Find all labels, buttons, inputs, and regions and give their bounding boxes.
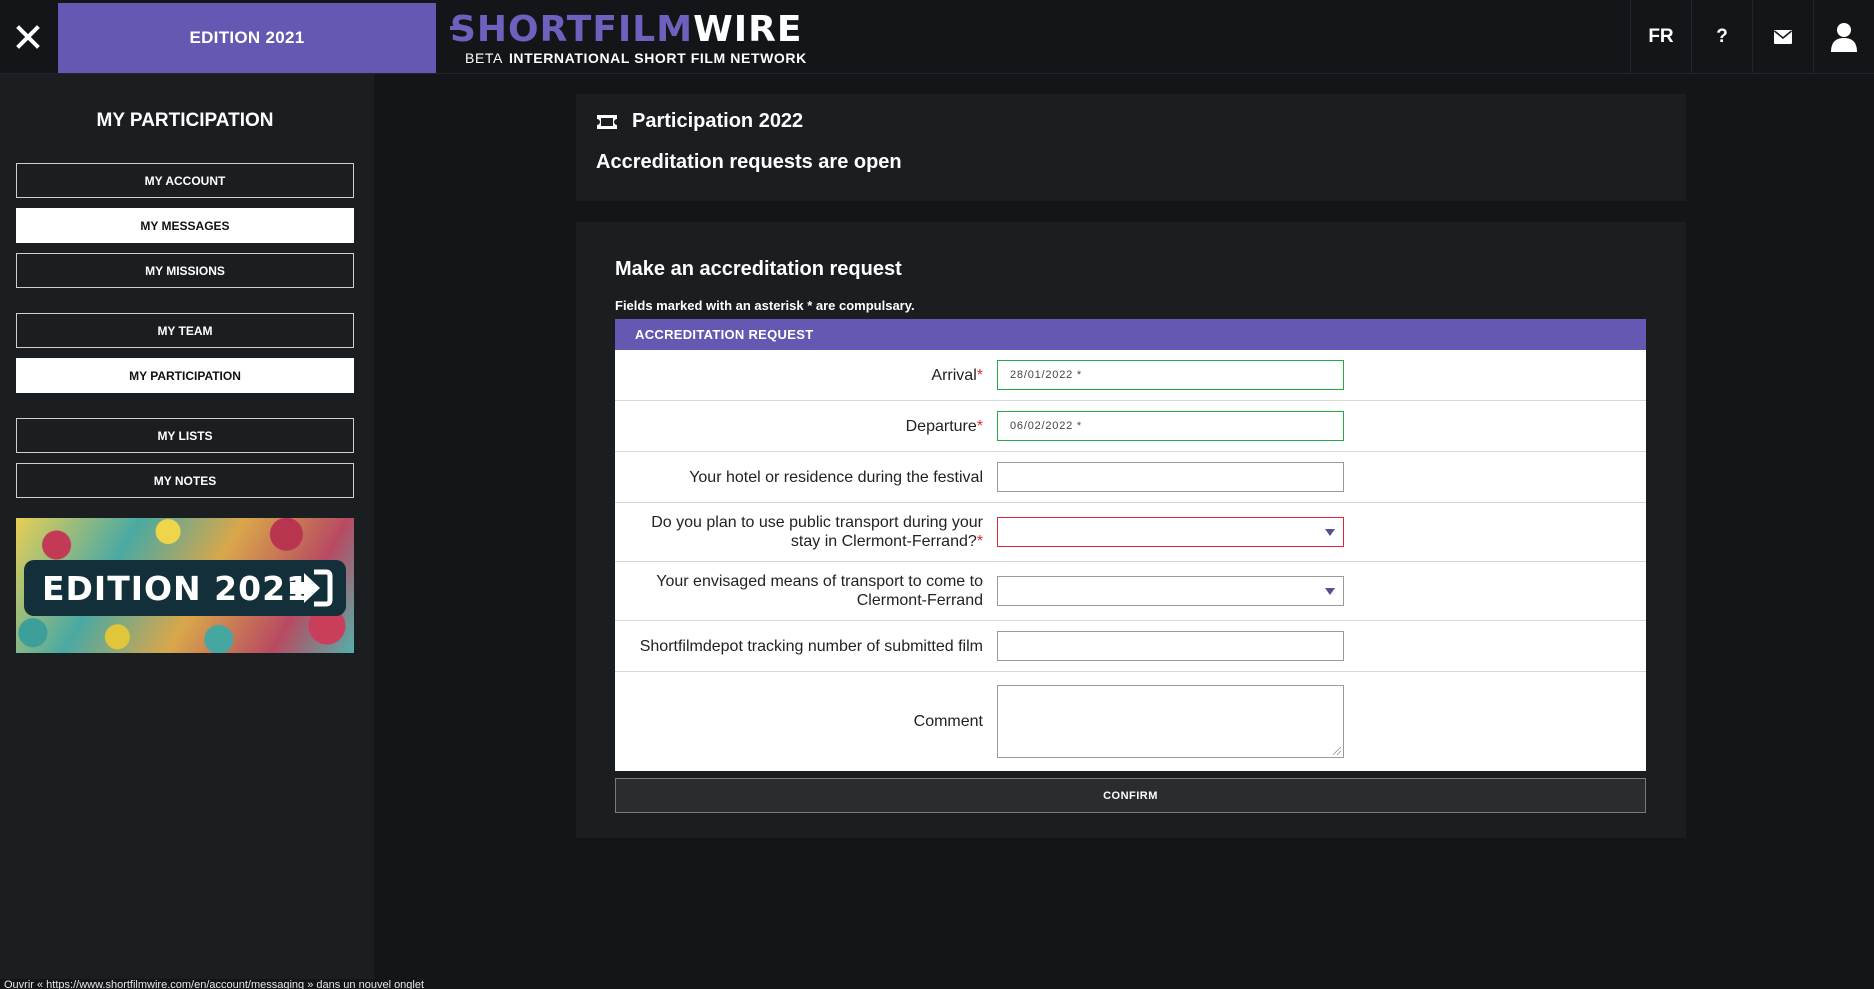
required-mark: *	[976, 417, 983, 435]
transport-means-label-text: Your envisaged means of transport to com…	[656, 573, 983, 609]
tracking-label: Shortfilmdepot tracking number of submit…	[615, 637, 983, 656]
public-transport-select[interactable]	[997, 517, 1344, 547]
required-mark: *	[976, 366, 983, 384]
sidebar: MY PARTICIPATION MY ACCOUNT MY MESSAGES …	[0, 74, 374, 989]
hotel-label-text: Your hotel or residence during the festi…	[689, 468, 983, 486]
required-mark: *	[976, 533, 983, 550]
sidebar-item-my-notes[interactable]: MY NOTES	[16, 463, 354, 498]
comment-label: Comment	[615, 712, 983, 731]
chevron-down-icon	[1325, 529, 1335, 536]
form-row-transport-means: Your envisaged means of transport to com…	[615, 562, 1646, 621]
hotel-input[interactable]	[997, 462, 1344, 492]
sidebar-item-my-lists[interactable]: MY LISTS	[16, 418, 354, 453]
logo-tagline: BETA INTERNATIONAL SHORT FILM NETWORK	[465, 50, 807, 66]
help-button[interactable]: ?	[1691, 0, 1752, 74]
form-section-header: ACCREDITATION REQUEST	[615, 319, 1646, 350]
accreditation-form: ACCREDITATION REQUEST Arrival* 28/01/202…	[615, 319, 1646, 771]
sidebar-item-label: MY LISTS	[157, 428, 213, 443]
tracking-number-input[interactable]	[997, 631, 1344, 661]
arrival-value: 28/01/2022 *	[1010, 369, 1082, 381]
departure-label-text: Departure	[905, 417, 977, 435]
top-bar: EDITION 2021 SHORTFILMWIRE BETA INTERNATI…	[0, 0, 1874, 74]
logo-tagline-text: INTERNATIONAL SHORT FILM NETWORK	[508, 50, 807, 66]
tracking-label-text: Shortfilmdepot tracking number of submit…	[639, 637, 983, 655]
resize-grip-icon[interactable]	[1333, 747, 1341, 755]
participation-title: Participation 2022	[632, 110, 804, 132]
hotel-label: Your hotel or residence during the festi…	[615, 468, 983, 487]
close-icon	[16, 25, 40, 49]
logo-wordmark: SHORTFILMWIRE	[450, 10, 803, 50]
arrival-label: Arrival*	[615, 366, 983, 385]
status-bar-link-preview: Ouvrir « https://www.shortfilmwire.com/e…	[0, 979, 429, 989]
logo-beta: BETA	[465, 50, 503, 66]
sidebar-item-my-team[interactable]: MY TEAM	[16, 313, 354, 348]
edition-2021-banner[interactable]: EDITION 2021	[16, 518, 354, 653]
edition-tab-label: EDITION 2021	[189, 28, 305, 47]
public-transport-label-text: Do you plan to use public transport duri…	[651, 514, 983, 550]
form-row-hotel: Your hotel or residence during the festi…	[615, 452, 1646, 503]
logo-part-a: SHORTFILM	[450, 9, 694, 50]
mail-icon	[1774, 30, 1792, 44]
sidebar-item-my-missions[interactable]: MY MISSIONS	[16, 253, 354, 288]
participation-card: Participation 2022 Accreditation request…	[576, 94, 1686, 201]
chevron-down-icon	[1325, 588, 1335, 595]
public-transport-label: Do you plan to use public transport duri…	[615, 513, 983, 551]
departure-date-field[interactable]: 06/02/2022 *	[997, 411, 1344, 441]
departure-value: 06/02/2022 *	[1010, 420, 1082, 432]
user-icon	[1831, 23, 1857, 52]
language-button[interactable]: FR	[1630, 0, 1691, 74]
sign-in-arrow-icon	[290, 569, 333, 607]
sidebar-item-label: MY TEAM	[157, 323, 213, 338]
arrival-label-text: Arrival	[931, 366, 977, 384]
sidebar-item-my-participation[interactable]: MY PARTICIPATION	[16, 358, 354, 393]
arrival-date-field[interactable]: 28/01/2022 *	[997, 360, 1344, 390]
sidebar-title: MY PARTICIPATION	[96, 110, 274, 131]
confirm-label: CONFIRM	[1103, 789, 1158, 802]
form-required-note: Fields marked with an asterisk * are com…	[615, 298, 915, 313]
accreditation-status: Accreditation requests are open	[596, 151, 902, 173]
transport-means-select[interactable]	[997, 576, 1344, 606]
form-row-departure: Departure* 06/02/2022 *	[615, 401, 1646, 452]
form-row-arrival: Arrival* 28/01/2022 *	[615, 350, 1646, 401]
language-label: FR	[1648, 26, 1674, 47]
messages-button[interactable]	[1752, 0, 1813, 74]
sidebar-item-my-messages[interactable]: MY MESSAGES	[16, 208, 354, 243]
banner-label: EDITION 2021	[42, 568, 311, 608]
site-logo[interactable]: SHORTFILMWIRE BETA INTERNATIONAL SHORT FI…	[450, 10, 830, 66]
sidebar-item-label: MY NOTES	[153, 473, 217, 488]
comment-textarea[interactable]	[997, 685, 1344, 758]
close-button[interactable]	[0, 0, 56, 74]
ticket-icon	[597, 114, 617, 129]
transport-means-label: Your envisaged means of transport to com…	[615, 572, 983, 610]
form-row-public-transport: Do you plan to use public transport duri…	[615, 503, 1646, 562]
form-title: Make an accreditation request	[615, 258, 902, 280]
help-icon: ?	[1716, 26, 1728, 47]
comment-label-text: Comment	[913, 713, 983, 730]
banner-pill: EDITION 2021	[24, 560, 346, 616]
departure-label: Departure*	[615, 417, 983, 436]
logo-part-b: WIRE	[693, 9, 803, 50]
sidebar-item-my-account[interactable]: MY ACCOUNT	[16, 163, 354, 198]
participation-heading: Participation 2022	[596, 110, 803, 133]
sidebar-item-label: MY ACCOUNT	[144, 173, 226, 188]
form-row-tracking: Shortfilmdepot tracking number of submit…	[615, 621, 1646, 672]
edition-tab[interactable]: EDITION 2021	[58, 3, 436, 73]
form-row-comment: Comment	[615, 672, 1646, 771]
sidebar-item-label: MY MESSAGES	[140, 218, 230, 233]
sidebar-item-label: MY PARTICIPATION	[129, 368, 241, 383]
confirm-button[interactable]: CONFIRM	[615, 778, 1646, 813]
top-icons: FR ?	[1630, 0, 1874, 74]
sidebar-item-label: MY MISSIONS	[145, 263, 225, 278]
accreditation-form-card: Make an accreditation request Fields mar…	[576, 222, 1686, 838]
account-button[interactable]	[1813, 0, 1874, 74]
